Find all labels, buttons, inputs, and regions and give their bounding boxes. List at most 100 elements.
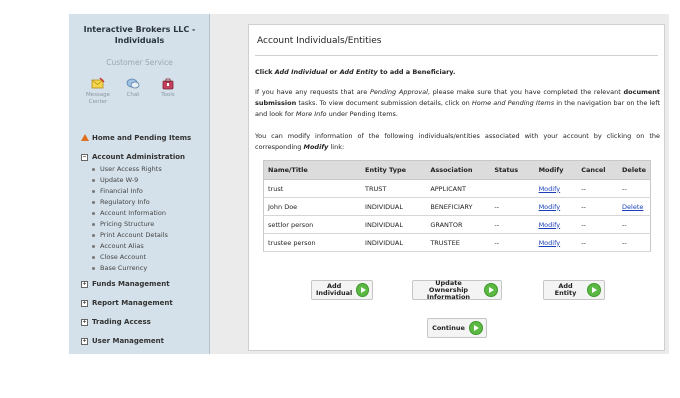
col-name-title: Name/Title bbox=[263, 160, 362, 180]
cell-modify: Modify bbox=[534, 215, 578, 234]
user-management-section[interactable]: + User Management bbox=[81, 337, 164, 345]
arrow-right-icon bbox=[469, 321, 483, 335]
cell-entity-type: INDIVIDUAL bbox=[361, 233, 427, 252]
cell-association: TRUSTEE bbox=[426, 233, 491, 252]
cell-name: trustee person bbox=[263, 233, 362, 252]
collapse-icon: − bbox=[81, 153, 88, 161]
message-center-link[interactable]: Message Center bbox=[80, 77, 116, 105]
cell-delete: -- bbox=[618, 215, 651, 234]
p3-part: link: bbox=[328, 143, 345, 151]
continue-button[interactable]: Continue bbox=[427, 318, 487, 338]
cell-modify: Modify bbox=[534, 179, 578, 198]
cell-status bbox=[490, 179, 535, 198]
funds-management-label: Funds Management bbox=[92, 280, 170, 288]
p2-more-info: More Info bbox=[295, 110, 327, 118]
sidebar-item-account-information[interactable]: Account Information bbox=[92, 209, 166, 217]
tools-label: Tools bbox=[161, 92, 175, 98]
p2-part: , please make sure that you have complet… bbox=[427, 88, 624, 96]
sidebar-item-financial-info[interactable]: Financial Info bbox=[92, 187, 143, 195]
add-entity-label: Add Entity bbox=[554, 282, 577, 297]
sidebar-item-update-w9[interactable]: Update W-9 bbox=[92, 176, 138, 184]
p2-part: tasks. To view document submission detai… bbox=[296, 99, 472, 107]
sidebar-item-user-access-rights[interactable]: User Access Rights bbox=[92, 165, 162, 173]
table-row: trustee person INDIVIDUAL TRUSTEE -- Mod… bbox=[263, 233, 651, 252]
add-individual-label-line2: Individual bbox=[316, 289, 353, 297]
cell-modify: Modify bbox=[534, 233, 578, 252]
instr-add-entity: Add Entity bbox=[339, 68, 378, 76]
update-ownership-label-line2: Information bbox=[426, 292, 471, 301]
cell-association: BENEFICIARY bbox=[426, 197, 491, 216]
modify-link[interactable]: Modify bbox=[539, 221, 561, 229]
p2-home-pending: Home and Pending Items bbox=[471, 99, 555, 107]
sidebar-item-base-currency[interactable]: Base Currency bbox=[92, 264, 147, 272]
cell-delete: -- bbox=[618, 179, 651, 198]
expand-icon: + bbox=[81, 280, 88, 288]
report-management-label: Report Management bbox=[92, 299, 173, 307]
cell-cancel: -- bbox=[577, 215, 619, 234]
col-cancel: Cancel bbox=[577, 160, 619, 180]
funds-management-section[interactable]: + Funds Management bbox=[81, 280, 170, 288]
sidebar-item-regulatory-info[interactable]: Regulatory Info bbox=[92, 198, 150, 206]
modify-paragraph: You can modify information of the follow… bbox=[255, 131, 660, 153]
table-row: trust TRUST APPLICANT Modify -- -- bbox=[263, 179, 651, 198]
cell-delete: Delete bbox=[618, 197, 651, 216]
sidebar-title-line2: Individuals bbox=[114, 36, 165, 45]
instr-add-individual: Add Individual bbox=[274, 68, 328, 76]
trading-access-label: Trading Access bbox=[92, 318, 151, 326]
chat-icon bbox=[126, 78, 140, 89]
trading-access-section[interactable]: + Trading Access bbox=[81, 318, 151, 326]
instr-part: Click bbox=[255, 68, 275, 76]
tools-icon bbox=[162, 78, 174, 90]
add-individual-button[interactable]: Add Individual bbox=[311, 280, 373, 300]
home-and-pending-items-link[interactable]: Home and Pending Items bbox=[81, 134, 191, 142]
message-center-label2: Center bbox=[88, 99, 108, 105]
user-management-label: User Management bbox=[92, 337, 165, 345]
p2-part: If you have any requests that are bbox=[255, 88, 370, 96]
sidebar-title: Interactive Brokers LLC - Individuals bbox=[69, 24, 210, 46]
col-status: Status bbox=[490, 160, 535, 180]
sidebar-item-close-account[interactable]: Close Account bbox=[92, 253, 146, 261]
expand-icon: + bbox=[81, 337, 88, 345]
cell-entity-type: TRUST bbox=[361, 179, 427, 198]
instr-part: or bbox=[327, 68, 340, 76]
cell-status: -- bbox=[490, 215, 535, 234]
update-ownership-button[interactable]: Update Ownership Information bbox=[412, 278, 502, 301]
p2-pending-approval: Pending Approval bbox=[369, 88, 428, 96]
delete-link[interactable]: Delete bbox=[622, 203, 643, 211]
tools-link[interactable]: Tools bbox=[150, 77, 186, 98]
sidebar-item-print-account-details[interactable]: Print Account Details bbox=[92, 231, 168, 239]
table-row: John Doe INDIVIDUAL BENEFICIARY -- Modif… bbox=[263, 197, 651, 216]
add-entity-button[interactable]: Add Entity bbox=[543, 280, 605, 300]
cell-status: -- bbox=[490, 197, 535, 216]
sidebar: Interactive Brokers LLC - Individuals Cu… bbox=[69, 14, 210, 354]
page-title: Account Individuals/Entities bbox=[257, 36, 382, 46]
cell-name: settlor person bbox=[263, 215, 362, 234]
table-row: settlor person INDIVIDUAL GRANTOR -- Mod… bbox=[263, 215, 651, 234]
sidebar-item-pricing-structure[interactable]: Pricing Structure bbox=[92, 220, 154, 228]
pending-approval-paragraph: If you have any requests that are Pendin… bbox=[255, 87, 660, 120]
modify-link[interactable]: Modify bbox=[539, 203, 561, 211]
report-management-section[interactable]: + Report Management bbox=[81, 299, 173, 307]
add-individual-label: Add Individual bbox=[312, 283, 356, 297]
sidebar-item-account-alias[interactable]: Account Alias bbox=[92, 242, 144, 250]
message-center-icon bbox=[91, 77, 105, 89]
cell-association: GRANTOR bbox=[426, 215, 491, 234]
cell-entity-type: INDIVIDUAL bbox=[361, 197, 427, 216]
col-association: Association bbox=[426, 160, 491, 180]
cell-entity-type: INDIVIDUAL bbox=[361, 215, 427, 234]
update-ownership-label-line1: Update Ownership bbox=[428, 278, 469, 294]
message-center-label: Message bbox=[85, 92, 111, 98]
cell-delete: -- bbox=[618, 233, 651, 252]
arrow-right-icon bbox=[356, 283, 369, 297]
warning-icon bbox=[81, 134, 89, 141]
entities-table: Name/Title Entity Type Association Statu… bbox=[263, 160, 651, 252]
main-content: Account Individuals/Entities Click Add I… bbox=[248, 24, 665, 351]
modify-link[interactable]: Modify bbox=[539, 185, 561, 193]
arrow-right-icon bbox=[587, 283, 601, 297]
account-administration-section[interactable]: − Account Administration bbox=[81, 153, 185, 161]
cell-name: John Doe bbox=[263, 197, 362, 216]
chat-link[interactable]: Chat bbox=[115, 77, 151, 98]
cell-status: -- bbox=[490, 233, 535, 252]
modify-link[interactable]: Modify bbox=[539, 239, 561, 247]
update-ownership-label: Update Ownership Information bbox=[413, 278, 484, 301]
